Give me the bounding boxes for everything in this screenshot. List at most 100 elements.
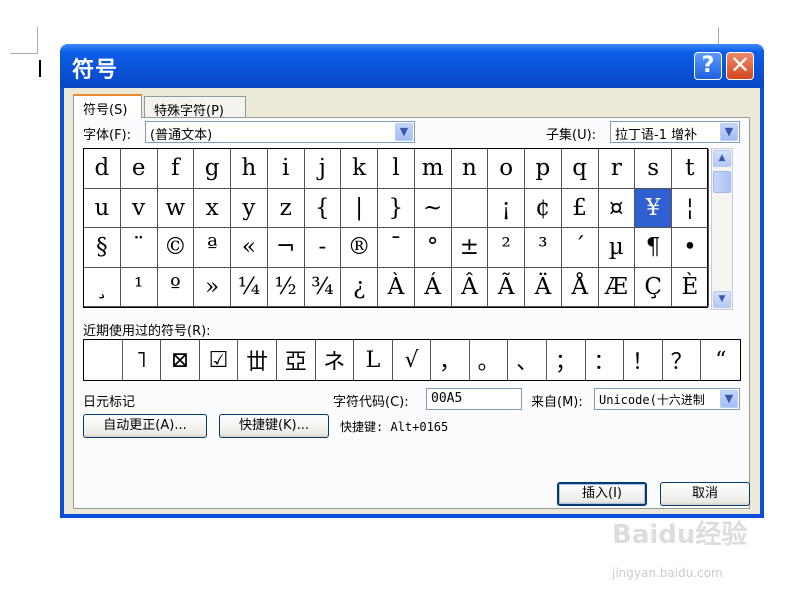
symbol-cell[interactable]: Ã [488,267,525,307]
symbol-cell[interactable]: n [451,149,489,189]
symbol-cell[interactable]: Ä [525,267,562,307]
symbol-cell[interactable] [451,188,489,228]
symbol-cell[interactable]: ± [451,228,489,268]
symbol-cell[interactable]: È [672,267,709,307]
font-dropdown[interactable]: (普通文本) ▼ [145,121,415,143]
recent-symbol-cell[interactable]: 亞 [277,340,316,380]
symbol-cell[interactable]: ¾ [304,267,342,307]
symbol-cell[interactable]: - [304,228,342,268]
symbol-cell[interactable]: | [341,188,378,228]
symbol-cell[interactable]: ¬ [267,228,305,268]
scroll-down-button[interactable]: ▼ [713,291,731,308]
shortcut-key-button[interactable]: 快捷键(K)... [219,414,329,438]
symbol-cell[interactable]: º [157,267,195,307]
symbol-cell[interactable]: « [231,228,268,268]
recent-symbol-cell[interactable]: ？ [663,340,702,380]
symbol-cell[interactable]: ¹ [120,267,158,307]
symbol-cell[interactable]: ¡ [488,188,525,228]
symbol-cell[interactable]: ¨ [120,228,158,268]
recent-symbol-cell[interactable]: ☑ [200,340,239,380]
symbol-cell[interactable]: { [304,188,342,228]
symbol-grid-scrollbar[interactable]: ▲ ▼ [711,148,733,310]
recent-symbol-cell[interactable]: 。 [470,340,509,380]
symbol-cell[interactable]: m [414,149,452,189]
symbol-cell[interactable]: y [231,188,268,228]
insert-button[interactable]: 插入(I) [557,482,647,506]
symbol-cell[interactable]: ¼ [231,267,268,307]
symbol-cell[interactable]: » [194,267,231,307]
tab-symbols[interactable]: 符号(S) [73,94,142,118]
symbol-cell[interactable]: ª [194,228,231,268]
symbol-cell[interactable]: u [84,188,121,228]
help-button[interactable]: ? [694,52,722,80]
scroll-up-button[interactable]: ▲ [713,150,731,167]
symbol-cell[interactable]: Á [414,267,452,307]
symbol-cell[interactable]: µ [598,228,636,268]
symbol-cell[interactable]: ¥ [635,188,672,228]
symbol-cell[interactable]: ~ [414,188,452,228]
symbol-cell[interactable]: k [341,149,378,189]
recent-symbol-cell[interactable]: 丗 [238,340,277,380]
recent-symbol-cell[interactable]: ˥ [123,340,162,380]
title-bar[interactable]: 符号 ? ✕ [60,44,764,88]
symbol-cell[interactable]: Å [561,267,599,307]
recent-symbol-cell[interactable]: ： [586,340,625,380]
symbol-cell[interactable]: } [378,188,415,228]
symbol-cell[interactable]: ¦ [672,188,709,228]
symbol-cell[interactable]: z [267,188,305,228]
recent-symbol-cell[interactable]: ， [431,340,470,380]
subset-dropdown[interactable]: 拉丁语-1 增补 ▼ [610,121,740,143]
symbol-cell[interactable]: g [194,149,231,189]
symbol-cell[interactable]: j [304,149,342,189]
symbol-cell[interactable]: p [525,149,562,189]
symbol-cell[interactable]: f [157,149,195,189]
symbol-cell[interactable]: o [488,149,525,189]
recent-symbol-cell[interactable]: L [354,340,393,380]
recent-symbol-cell[interactable] [84,340,123,380]
symbol-cell[interactable]: ® [341,228,378,268]
symbol-cell[interactable]: q [561,149,599,189]
chevron-down-icon[interactable]: ▼ [720,390,738,408]
close-button[interactable]: ✕ [726,52,754,80]
symbol-cell[interactable]: ¶ [635,228,672,268]
recent-symbol-cell[interactable]: ； [547,340,586,380]
symbol-cell[interactable]: s [635,149,672,189]
chevron-down-icon[interactable]: ▼ [720,123,738,141]
cancel-button[interactable]: 取消 [660,482,750,506]
symbol-cell[interactable]: ¤ [598,188,636,228]
symbol-cell[interactable]: ¯ [378,228,415,268]
symbol-cell[interactable]: © [157,228,195,268]
symbol-cell[interactable]: ² [488,228,525,268]
symbol-cell[interactable]: § [84,228,121,268]
tab-special-characters[interactable]: 特殊字符(P) [144,96,246,119]
recent-symbol-cell[interactable]: ！ [624,340,663,380]
symbol-cell[interactable]: Ç [635,267,672,307]
recent-symbol-cell[interactable]: “ [701,340,740,380]
symbol-cell[interactable]: ° [414,228,452,268]
recent-symbol-cell[interactable]: ネ [316,340,355,380]
symbol-cell[interactable]: h [231,149,268,189]
symbol-cell[interactable]: • [672,228,709,268]
symbol-cell[interactable]: ¢ [525,188,562,228]
symbol-cell[interactable]: À [378,267,415,307]
recent-symbol-cell[interactable]: √ [393,340,432,380]
recent-symbol-cell[interactable]: 、 [508,340,548,380]
recent-symbol-cell[interactable]: ⊠ [161,340,200,380]
symbol-cell[interactable]: £ [561,188,599,228]
symbol-cell[interactable]: i [267,149,305,189]
symbol-cell[interactable]: x [194,188,231,228]
symbol-cell[interactable]: ½ [267,267,305,307]
symbol-cell[interactable]: e [120,149,158,189]
symbol-cell[interactable]: Â [451,267,489,307]
from-dropdown[interactable]: Unicode(十六进制 ▼ [594,388,740,410]
symbol-cell[interactable]: v [120,188,158,228]
symbol-cell[interactable]: t [672,149,709,189]
symbol-cell[interactable]: ³ [525,228,562,268]
char-code-input[interactable]: 00A5 [426,388,522,410]
symbol-cell[interactable]: ´ [561,228,599,268]
scroll-thumb[interactable] [713,171,731,193]
autocorrect-button[interactable]: 自动更正(A)... [83,414,207,438]
chevron-down-icon[interactable]: ▼ [395,123,413,141]
symbol-cell[interactable]: r [598,149,636,189]
symbol-cell[interactable]: d [84,149,121,189]
